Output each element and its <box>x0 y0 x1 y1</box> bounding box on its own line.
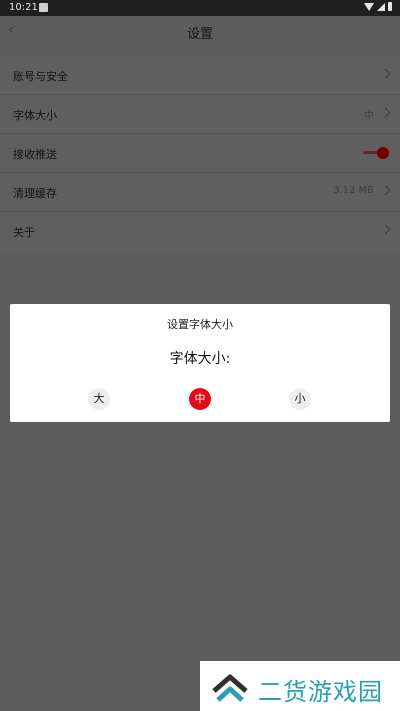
font-size-small-button[interactable]: 小 <box>289 388 311 410</box>
settings-item-label: 账号与安全 <box>13 70 68 83</box>
settings-item-push: 接收推送 <box>0 134 400 173</box>
font-size-dialog: 设置字体大小 字体大小: 大 中 小 <box>10 304 390 422</box>
chevron-right-icon <box>380 185 391 196</box>
toggle-knob <box>377 147 389 159</box>
notification-icon <box>39 3 48 12</box>
font-size-medium-button[interactable]: 中 <box>189 388 211 410</box>
settings-item-clear-cache[interactable]: 清理缓存 3.12 MB <box>0 173 400 212</box>
status-bar: 10:21 <box>0 0 400 16</box>
chevron-right-icon <box>380 224 391 235</box>
dialog-title: 设置字体大小 <box>167 318 233 331</box>
status-time: 10:21 <box>9 2 38 13</box>
status-icons <box>364 2 392 11</box>
battery-icon <box>388 2 392 11</box>
settings-item-about[interactable]: 关于 <box>0 212 400 250</box>
watermark-logo-icon <box>212 674 248 702</box>
settings-item-label: 字体大小 <box>13 109 57 122</box>
settings-item-font-size[interactable]: 字体大小 中 <box>0 95 400 134</box>
dialog-label: 字体大小: <box>169 351 231 367</box>
settings-item-account-security[interactable]: 账号与安全 <box>0 56 400 95</box>
settings-item-label: 关于 <box>13 226 35 239</box>
chevron-right-icon <box>380 107 391 118</box>
watermark: 二货游戏园 <box>200 661 400 711</box>
chevron-right-icon <box>380 68 391 79</box>
page-title: 设置 <box>186 27 213 42</box>
app-header: ‹ 设置 <box>0 16 400 46</box>
font-size-large-button[interactable]: 大 <box>88 388 110 410</box>
settings-item-label: 清理缓存 <box>13 187 57 200</box>
settings-item-value: 3.12 MB <box>333 185 374 196</box>
signal-icon <box>377 2 385 11</box>
settings-item-value: 中 <box>364 111 374 122</box>
push-toggle[interactable] <box>363 147 389 159</box>
settings-item-label: 接收推送 <box>13 148 57 161</box>
watermark-text: 二货游戏园 <box>258 678 383 706</box>
wifi-icon <box>364 2 374 11</box>
settings-list: 账号与安全 字体大小 中 接收推送 清理缓存 3.12 MB 关于 <box>0 56 400 250</box>
